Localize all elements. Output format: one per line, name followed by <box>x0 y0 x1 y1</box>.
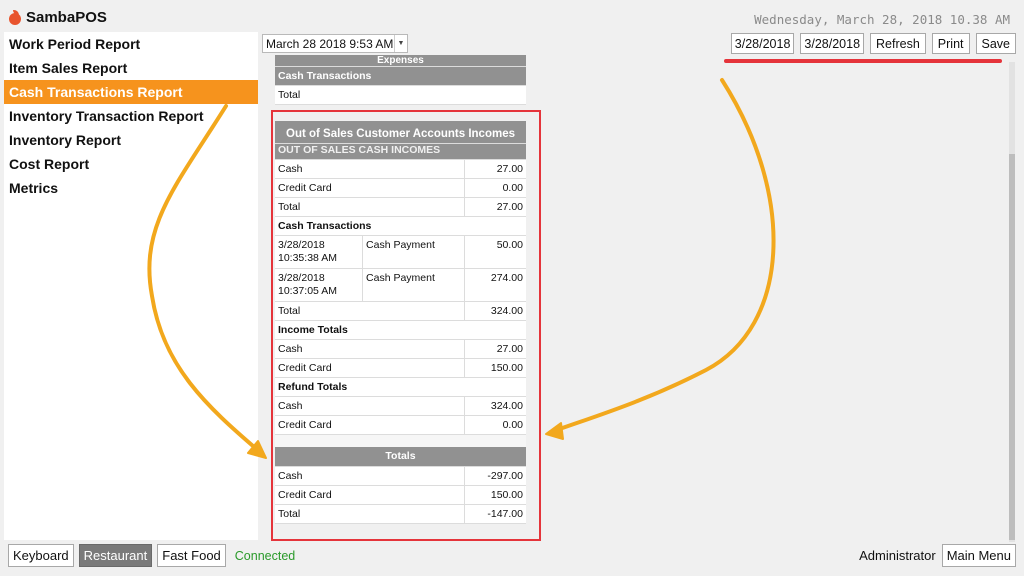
current-datetime: Wednesday, March 28, 2018 10.38 AM <box>754 12 1010 27</box>
report-list: Work Period Report Item Sales Report Cas… <box>4 32 258 540</box>
chevron-down-icon[interactable]: ▼ <box>394 35 407 52</box>
report-scrollbar[interactable] <box>1006 62 1018 542</box>
sidebar-item-work-period-report[interactable]: Work Period Report <box>4 32 258 56</box>
sidebar-item-inventory-report[interactable]: Inventory Report <box>4 128 258 152</box>
app-name: SambaPOS <box>26 9 107 26</box>
footer-right: Administrator Main Menu <box>859 544 1016 567</box>
report-toolbar: 3/28/2018 3/28/2018 Refresh Print Save <box>730 33 1016 54</box>
work-period-value: March 28 2018 9:53 AM <box>266 36 394 51</box>
restaurant-button[interactable]: Restaurant <box>78 544 153 567</box>
keyboard-button[interactable]: Keyboard <box>8 544 74 567</box>
sidebar-item-item-sales-report[interactable]: Item Sales Report <box>4 56 258 80</box>
fast-food-button[interactable]: Fast Food <box>157 544 226 567</box>
end-date-field[interactable]: 3/28/2018 <box>800 33 865 54</box>
app-title: SambaPOS <box>8 9 107 26</box>
print-button[interactable]: Print <box>931 33 970 54</box>
main-menu-button[interactable]: Main Menu <box>941 544 1016 567</box>
save-button[interactable]: Save <box>975 33 1016 54</box>
sambapos-logo-icon <box>8 10 22 25</box>
expenses-total-label: Total <box>275 85 526 105</box>
sidebar-item-inventory-transaction-report[interactable]: Inventory Transaction Report <box>4 104 258 128</box>
sidebar-item-cost-report[interactable]: Cost Report <box>4 152 258 176</box>
start-date-field[interactable]: 3/28/2018 <box>730 33 795 54</box>
annotation-arrow-right <box>552 78 776 433</box>
work-period-select[interactable]: March 28 2018 9:53 AM ▼ <box>262 34 408 53</box>
sidebar-item-metrics[interactable]: Metrics <box>4 176 258 200</box>
current-user: Administrator <box>859 548 936 563</box>
annotation-underline <box>724 59 1002 63</box>
sidebar-item-cash-transactions-report[interactable]: Cash Transactions Report <box>4 80 258 104</box>
expenses-cash-transactions-header: Cash Transactions <box>275 66 526 86</box>
scroll-thumb[interactable] <box>1009 154 1015 540</box>
refresh-button[interactable]: Refresh <box>870 33 926 54</box>
expenses-header: Expenses <box>275 55 526 67</box>
footer-left: Keyboard Restaurant Fast Food Connected <box>8 544 295 567</box>
expenses-table: Expenses Cash Transactions Total <box>275 55 526 105</box>
annotation-highlight-box <box>271 110 541 541</box>
connection-status: Connected <box>234 548 296 563</box>
annotation-arrowhead-right <box>545 422 564 440</box>
